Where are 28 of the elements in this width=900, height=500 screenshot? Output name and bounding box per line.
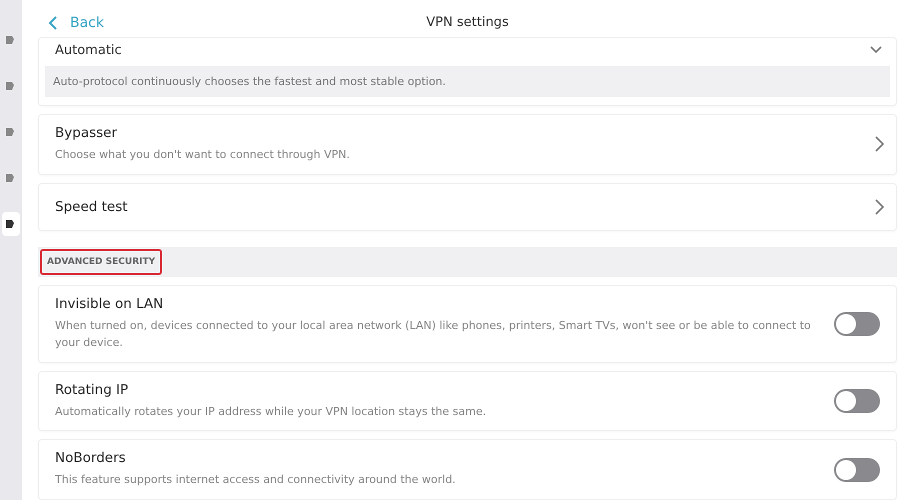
chevron-down-icon (870, 46, 882, 54)
row-title: Bypasser (55, 125, 118, 142)
row-title: Speed test (55, 198, 128, 215)
row-title: Rotating IP (55, 382, 130, 398)
chevron-left-icon (48, 16, 58, 30)
row-description: When turned on, devices connected to your local area network (LAN) like phones, printers, Smart TVs, won't see or be able to connect to your device. (55, 318, 812, 352)
nav-icon (6, 126, 16, 138)
chevron-right-icon (875, 136, 884, 152)
protocol-note: Auto-protocol continuously chooses the fastest and most stable option. (45, 66, 890, 98)
sidebar-item[interactable] (2, 212, 20, 236)
row-description: Choose what you don't want to connect through VPN. (55, 147, 350, 164)
row-title: Invisible on LAN (55, 296, 164, 312)
toggle-switch[interactable] (834, 389, 880, 414)
row-title: NoBorders (55, 450, 127, 466)
nav-icon (6, 34, 16, 46)
nav-icon (6, 172, 16, 184)
row-description: Automatically rotates your IP address while your VPN location stays the same. (55, 404, 486, 420)
toggle-switch[interactable] (834, 458, 880, 482)
settings-link-row[interactable]: Speed test (38, 182, 897, 231)
nav-icon (6, 218, 16, 230)
row-description: This feature supports internet access and connectivity around the world. (55, 472, 456, 488)
chevron-right-icon (875, 198, 884, 215)
toggle-switch[interactable] (834, 312, 880, 336)
page-title: VPN settings (426, 15, 509, 30)
nav-icon (6, 80, 16, 92)
protocol-dropdown[interactable]: Automatic (45, 38, 890, 62)
section-label: ADVANCED SECURITY (40, 248, 162, 275)
settings-link-row[interactable]: Bypasser Choose what you don't want to connect through VPN. (38, 114, 897, 175)
